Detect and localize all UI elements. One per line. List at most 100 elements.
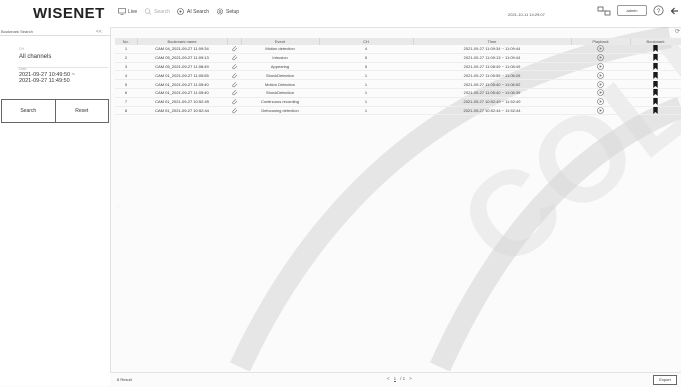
table-row[interactable]: 8 CAM 01_2021-09-27 10:52:44 Defocusing de…: [115, 106, 681, 116]
row-event: Intrusion: [241, 53, 319, 63]
row-event: Appearing: [241, 62, 319, 72]
user-dropdown[interactable]: admin: [617, 5, 647, 16]
playback-icon[interactable]: [571, 106, 630, 116]
table-row[interactable]: 1 CAM 04_2021-09-27 11:09:34 Motion detect…: [115, 45, 681, 54]
playback-icon[interactable]: [571, 97, 630, 107]
edit-bookmark-icon[interactable]: [227, 62, 241, 72]
edit-bookmark-icon[interactable]: [227, 79, 241, 89]
row-bookmark-name: CAM 01_2021-09-27 11:05:40: [137, 79, 227, 89]
row-no: 7: [115, 97, 137, 107]
refresh-icon[interactable]: ⟳: [675, 28, 680, 35]
main-menu: Live Search AI Search Setup: [118, 8, 239, 15]
playback-icon[interactable]: [571, 45, 630, 54]
row-ch: 1: [319, 88, 413, 98]
ai-search-icon: [177, 8, 184, 15]
footer: 8 Result < 1 / 1 > Export: [110, 372, 681, 387]
playback-icon[interactable]: [571, 53, 630, 63]
row-event: Defocusing detection: [241, 106, 319, 116]
playback-icon[interactable]: [571, 79, 630, 89]
edit-bookmark-icon[interactable]: [227, 45, 241, 54]
row-ch: 5: [319, 62, 413, 72]
bookmark-table: No. Bookmark name Event CH Time Playback…: [115, 38, 681, 116]
row-time: 2021-09-27 10:52:44 ~ 11:52:44: [413, 106, 571, 116]
row-bookmark-name: CAM 04_2021-09-27 11:09:34: [137, 45, 227, 54]
col-bookmark-name[interactable]: Bookmark name: [137, 38, 228, 45]
row-no: 1: [115, 45, 137, 54]
row-event: ShockDetection: [241, 70, 319, 81]
table-row[interactable]: 4 CAM 01_2021-09-27 11:05:55 ShockDetectio…: [115, 70, 681, 81]
row-no: 8: [115, 106, 137, 116]
playback-icon[interactable]: [571, 88, 630, 98]
row-time: 2021-09-27 11:09:34 ~ 11:09:44: [413, 45, 571, 54]
network-icon[interactable]: [597, 6, 611, 16]
menu-setup[interactable]: Setup: [216, 8, 239, 15]
bookmark-icon[interactable]: [630, 45, 681, 54]
row-time: 2021-09-27 11:05:40 ~ 11:06:39: [413, 88, 571, 98]
date-label: Date: [19, 67, 27, 71]
logout-icon[interactable]: [670, 6, 679, 16]
row-bookmark-name: CAM 05_2021-09-27 11:09:13: [137, 53, 227, 63]
row-time: 2021-09-27 11:08:49 ~ 11:08:49: [413, 62, 571, 72]
row-event: Continuous recording: [241, 97, 319, 107]
edit-bookmark-icon[interactable]: [227, 106, 241, 116]
edit-bookmark-icon[interactable]: [227, 70, 241, 81]
bookmark-icon[interactable]: [630, 88, 681, 98]
current-page[interactable]: 1: [393, 376, 397, 382]
top-bar: WISENET Live Search AI Search Setup 2021…: [0, 0, 681, 28]
row-ch: 1: [319, 70, 413, 81]
playback-icon[interactable]: [571, 62, 630, 72]
row-event: ShockDetection: [241, 88, 319, 98]
row-ch: 5: [319, 53, 413, 63]
prev-page-button[interactable]: <: [387, 376, 390, 382]
bookmark-icon[interactable]: [630, 70, 681, 81]
channel-label: CH: [19, 47, 25, 51]
channel-select[interactable]: All channels: [19, 54, 51, 60]
row-bookmark-name: CAM 01_2021-09-27 11:05:55: [137, 70, 227, 81]
panel-resize-handle[interactable]: ⋮: [116, 204, 120, 209]
date-range-field[interactable]: 2021-09-27 10:49:50 ~ 2021-09-27 11:49:5…: [19, 72, 75, 84]
bookmark-icon[interactable]: [630, 97, 681, 107]
bookmark-icon[interactable]: [630, 53, 681, 63]
search-button[interactable]: Search: [1, 99, 56, 123]
edit-bookmark-icon[interactable]: [227, 88, 241, 98]
col-no[interactable]: No.: [115, 38, 138, 45]
bookmark-icon[interactable]: [630, 106, 681, 116]
bookmark-icon[interactable]: [630, 79, 681, 89]
bookmark-icon[interactable]: [630, 62, 681, 72]
col-time[interactable]: Time: [413, 38, 572, 45]
result-count: 8 Result: [117, 377, 132, 382]
edit-bookmark-icon[interactable]: [227, 53, 241, 63]
wisenet-logo: WISENET: [33, 5, 105, 22]
search-panel: Bookmark Search << CH All channels Date …: [0, 27, 111, 386]
row-time: 2021-09-27 10:52:49 ~ 11:52:49: [413, 97, 571, 107]
edit-bookmark-icon[interactable]: [227, 97, 241, 107]
playback-icon[interactable]: [571, 70, 630, 81]
table-row[interactable]: 3 CAM 05_2021-09-27 11:08:49 Appearing 5 202…: [115, 62, 681, 72]
row-ch: 1: [319, 79, 413, 89]
row-bookmark-name: CAM 01_2021-09-27 10:52:44: [137, 106, 227, 116]
menu-search[interactable]: Search: [144, 8, 170, 15]
menu-ai-search[interactable]: AI Search: [177, 8, 209, 15]
table-header: No. Bookmark name Event CH Time Playback…: [115, 38, 681, 45]
help-icon[interactable]: ?: [653, 5, 664, 16]
export-button[interactable]: Export: [653, 375, 677, 385]
search-icon: [145, 8, 152, 15]
col-ch[interactable]: CH: [319, 38, 414, 45]
total-pages: / 1: [400, 376, 406, 381]
table-row[interactable]: 6 CAM 01_2021-09-27 11:05:40 ShockDetectio…: [115, 88, 681, 98]
table-row[interactable]: 5 CAM 01_2021-09-27 11:05:40 Motion Detect…: [115, 79, 681, 89]
reset-button[interactable]: Reset: [55, 99, 109, 123]
row-time: 2021-09-27 11:05:40 ~ 11:06:52: [413, 79, 571, 89]
table-row[interactable]: 2 CAM 05_2021-09-27 11:09:13 Intrusion 5 202…: [115, 53, 681, 63]
next-page-button[interactable]: >: [409, 376, 412, 382]
table-row[interactable]: 7 CAM 01_2021-09-27 10:52:49 Continuous re…: [115, 97, 681, 107]
menu-setup-label: Setup: [226, 8, 240, 15]
row-bookmark-name: CAM 01_2021-09-27 10:52:49: [137, 97, 227, 107]
col-event[interactable]: Event: [241, 38, 320, 45]
gear-icon: [217, 8, 223, 15]
row-time: 2021-09-27 11:09:13 ~ 11:09:44: [413, 53, 571, 63]
row-ch: 4: [319, 45, 413, 54]
monitor-icon: [118, 8, 126, 15]
col-bookmark: Bookmark: [630, 38, 681, 45]
menu-live[interactable]: Live: [118, 8, 137, 15]
